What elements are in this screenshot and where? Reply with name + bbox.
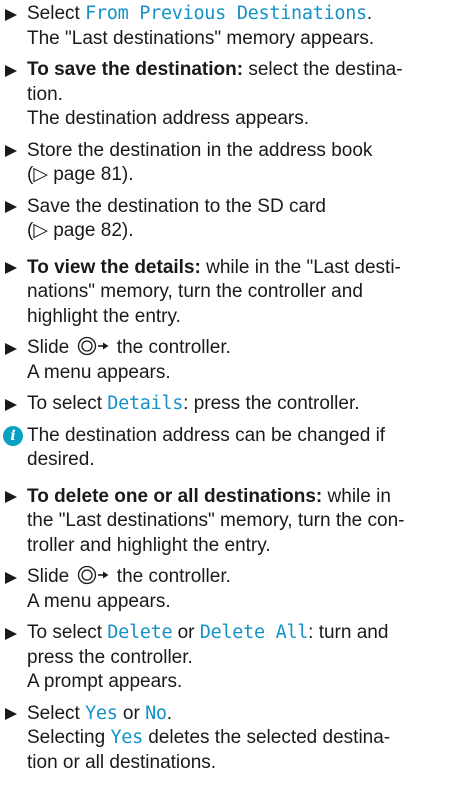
triangle-bullet-icon — [3, 256, 27, 281]
option-yes: Yes — [85, 702, 118, 724]
step-text-cont: highlight the entry. — [27, 305, 181, 327]
triangle-bullet-icon — [3, 702, 27, 727]
step-text: Save the destination to the SD card — [27, 195, 326, 217]
info-note: i The destination address can be changed… — [3, 424, 456, 473]
step-text-cont: tion. — [27, 83, 63, 105]
step-save-sd-card: Save the destination to the SD card (▷ p… — [3, 195, 456, 244]
step-text: To save the destination: select the dest… — [27, 59, 403, 80]
step-heading: To view the details: — [27, 256, 201, 278]
step-text: To select Details: press the controller. — [27, 393, 360, 414]
step-text: Select From Previous Destinations. — [27, 3, 373, 24]
page-reference: (▷ page 82). — [27, 220, 134, 241]
step-text: Slide the controller. — [27, 336, 231, 358]
step-select-previous-destinations: Select From Previous Destinations. The "… — [3, 2, 456, 51]
triangle-bullet-icon — [3, 2, 27, 27]
step-result-cont: tion or all destinations. — [27, 751, 217, 773]
triangle-bullet-icon — [3, 139, 27, 164]
step-text-cont: press the controller. — [27, 646, 193, 668]
step-text-cont: the "Last destinations" memory, turn the… — [27, 510, 405, 531]
step-select-yes-no: Select Yes or No. Selecting Yes deletes … — [3, 702, 456, 776]
menu-item-details: Details — [107, 393, 184, 414]
step-slide-controller: Slide the controller. A menu appears. — [3, 336, 456, 385]
info-icon: i — [3, 425, 23, 446]
manual-page: Select From Previous Destinations. The "… — [0, 0, 466, 793]
note-text: The destination address can be changed i… — [27, 424, 386, 446]
step-result: The "Last destinations" memory appears. — [27, 27, 375, 49]
menu-item-from-previous-destinations: From Previous Destinations — [85, 3, 367, 24]
menu-item-delete-all: Delete All — [199, 622, 309, 643]
step-slide-controller: Slide the controller. A menu appears. — [3, 565, 456, 614]
step-result: A menu appears. — [27, 590, 171, 612]
step-text: Slide the controller. — [27, 565, 231, 587]
step-result: A prompt appears. — [27, 671, 183, 692]
step-select-delete: To select Delete or Delete All: turn and… — [3, 621, 456, 695]
step-heading: To save the destination: — [27, 59, 244, 80]
page-reference: (▷ page 81). — [27, 164, 134, 185]
triangle-bullet-icon — [3, 565, 27, 590]
step-view-details: To view the details: while in the "Last … — [3, 256, 456, 330]
step-store-address-book: Store the destination in the address boo… — [3, 139, 456, 188]
triangle-bullet-icon — [3, 58, 27, 83]
option-no: No — [145, 702, 167, 724]
step-text: To view the details: while in the "Last … — [27, 256, 401, 278]
triangle-bullet-icon — [3, 485, 27, 510]
menu-item-delete: Delete — [107, 622, 173, 643]
step-delete-destinations: To delete one or all destinations: while… — [3, 485, 456, 559]
step-result: Selecting Yes deletes the selected desti… — [27, 727, 391, 748]
triangle-bullet-icon — [3, 195, 27, 220]
step-text-cont: nations" memory, turn the controller and — [27, 281, 363, 302]
controller-slide-right-icon — [77, 565, 109, 585]
step-text: Select Yes or No. — [27, 702, 173, 724]
step-text: To select Delete or Delete All: turn and — [27, 622, 389, 643]
triangle-bullet-icon — [3, 621, 27, 646]
triangle-bullet-icon — [3, 336, 27, 361]
option-yes-ref: Yes — [110, 727, 143, 748]
step-result: The destination address appears. — [27, 108, 310, 129]
step-text: Store the destination in the address boo… — [27, 139, 373, 161]
triangle-bullet-icon — [3, 392, 27, 417]
step-heading: To delete one or all destinations: — [27, 485, 323, 507]
step-save-destination: To save the destination: select the dest… — [3, 58, 456, 132]
controller-slide-right-icon — [77, 336, 109, 356]
step-text: To delete one or all destinations: while… — [27, 485, 391, 507]
step-select-details: To select Details: press the controller. — [3, 392, 456, 417]
step-result: A menu appears. — [27, 361, 171, 383]
note-text-cont: desired. — [27, 449, 95, 470]
step-text-cont: troller and highlight the entry. — [27, 534, 271, 556]
